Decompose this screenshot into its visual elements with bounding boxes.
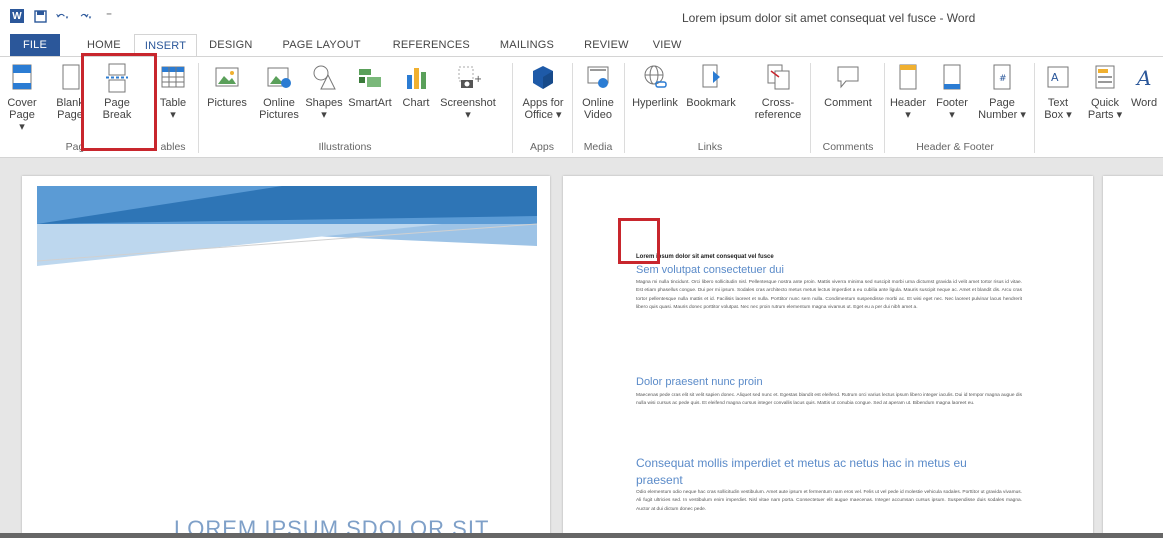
apps-store-icon — [530, 63, 556, 93]
group-label-illustrations: Illustrations — [318, 141, 372, 153]
tab-review[interactable]: REVIEW — [584, 34, 629, 56]
cover-banner-graphic — [36, 186, 538, 266]
bookmark-icon — [698, 63, 724, 93]
chart-button[interactable]: Chart — [398, 63, 434, 109]
group-separator — [624, 63, 625, 153]
heading-3: Consequat mollis imperdiet et metus ac n… — [636, 456, 967, 470]
next-page-edge[interactable] — [1103, 176, 1163, 538]
table-icon — [160, 63, 186, 93]
hyperlink-icon — [642, 63, 668, 93]
shapes-button[interactable]: Shapes ▾ — [302, 63, 346, 121]
quick-access-toolbar: W ▾ ▾ ⁼ — [10, 9, 116, 23]
apps-for-office-button[interactable]: Apps for Office ▾ — [518, 63, 568, 121]
cross-reference-icon — [765, 63, 791, 93]
group-label-links: Links — [697, 141, 723, 153]
document-workspace: LOREM IPSUM SDOLOR SIT Lorem ipsum dolor… — [0, 158, 1163, 538]
window-title: Lorem ipsum dolor sit amet consequat vel… — [682, 11, 976, 25]
group-label-tables: ables — [160, 141, 186, 153]
customize-qat-icon[interactable]: ⁼ — [102, 9, 116, 23]
svg-text:A: A — [1051, 71, 1059, 84]
tab-page-layout[interactable]: PAGE LAYOUT — [283, 34, 361, 56]
group-separator — [198, 63, 199, 153]
text-box-button[interactable]: A Text Box ▾ — [1038, 63, 1078, 121]
ribbon-insert: Cover Page ▾ Blank Page Page Break Pag T… — [0, 56, 1163, 158]
page-number-button[interactable]: # Page Number ▾ — [976, 63, 1028, 121]
group-label-apps: Apps — [530, 141, 554, 153]
comment-icon — [835, 63, 861, 93]
group-label-media: Media — [583, 141, 613, 153]
svg-text:+: + — [474, 74, 481, 85]
redo-icon[interactable]: ▾ — [79, 9, 93, 23]
table-button[interactable]: Table ▾ — [153, 63, 193, 121]
hyperlink-button[interactable]: Hyperlink — [628, 63, 682, 109]
paragraph-2: Maecenas pede cras elit sit velit sapien… — [636, 393, 1022, 407]
quick-parts-icon — [1092, 63, 1118, 93]
group-label-comments: Comments — [822, 141, 874, 153]
smartart-icon — [357, 63, 383, 93]
page-number-icon: # — [989, 63, 1015, 93]
header-button[interactable]: Header ▾ — [888, 63, 928, 121]
word-app-icon[interactable]: W — [10, 9, 24, 23]
group-separator — [884, 63, 885, 153]
bookmark-button[interactable]: Bookmark — [684, 63, 738, 109]
tab-references[interactable]: REFERENCES — [393, 34, 470, 56]
footer-button[interactable]: Footer ▾ — [932, 63, 972, 121]
screenshot-icon: + — [455, 63, 482, 93]
smartart-button[interactable]: SmartArt — [344, 63, 396, 109]
undo-icon[interactable]: ▾ — [56, 9, 70, 23]
svg-text:A: A — [1135, 66, 1151, 90]
header-icon — [895, 63, 921, 93]
save-icon[interactable] — [33, 9, 47, 23]
online-video-icon — [585, 63, 611, 93]
pictures-button[interactable]: Pictures — [204, 63, 250, 109]
page-break-highlight — [81, 53, 157, 151]
svg-text:▾: ▾ — [66, 14, 69, 20]
blank-page-icon — [57, 63, 83, 93]
cover-page[interactable]: LOREM IPSUM SDOLOR SIT — [22, 176, 550, 538]
text-box-icon: A — [1045, 63, 1071, 93]
group-separator — [1034, 63, 1035, 153]
svg-text:#: # — [999, 74, 1007, 84]
title-bar: W ▾ ▾ ⁼ Lorem ipsum dolor sit amet conse… — [0, 0, 1163, 34]
tab-view[interactable]: VIEW — [653, 34, 682, 56]
screenshot-button[interactable]: + Screenshot ▾ — [436, 63, 500, 121]
bottom-edge-bar — [0, 533, 1163, 538]
heading-3-continued: praesent — [636, 473, 683, 487]
group-label-header-footer: Header & Footer — [916, 141, 994, 153]
tab-mailings[interactable]: MAILINGS — [500, 34, 554, 56]
tab-design[interactable]: DESIGN — [209, 34, 252, 56]
paragraph-3: Odio elementum odio neque hac cras solli… — [636, 490, 1022, 512]
cursor-position-highlight — [618, 218, 660, 264]
comment-button[interactable]: Comment — [816, 63, 880, 109]
footer-icon — [939, 63, 965, 93]
heading-2: Dolor praesent nunc proin — [636, 376, 763, 388]
group-separator — [810, 63, 811, 153]
online-pictures-button[interactable]: Online Pictures — [255, 63, 303, 121]
shapes-icon — [311, 63, 337, 93]
quick-parts-button[interactable]: Quick Parts ▾ — [1084, 63, 1126, 121]
paragraph-1: Magna mi nulla tincidunt. Orci libero so… — [636, 280, 1022, 310]
online-video-button[interactable]: Online Video — [578, 63, 618, 121]
ribbon-tabs: FILE HOME INSERT DESIGN PAGE LAYOUT REFE… — [0, 34, 1163, 56]
group-separator — [572, 63, 573, 153]
cross-reference-button[interactable]: Cross- reference — [752, 63, 804, 121]
cover-page-icon — [9, 63, 35, 93]
online-pictures-icon — [266, 63, 292, 93]
group-separator — [512, 63, 513, 153]
tab-file[interactable]: FILE — [10, 34, 60, 56]
svg-text:▾: ▾ — [89, 14, 92, 20]
pictures-icon — [214, 63, 240, 93]
wordart-button[interactable]: A Word — [1131, 63, 1163, 109]
wordart-icon: A — [1135, 63, 1161, 93]
cover-page-button[interactable]: Cover Page ▾ — [6, 63, 38, 133]
heading-1: Sem volutpat consectetuer dui — [636, 264, 784, 276]
chart-icon — [403, 63, 429, 93]
